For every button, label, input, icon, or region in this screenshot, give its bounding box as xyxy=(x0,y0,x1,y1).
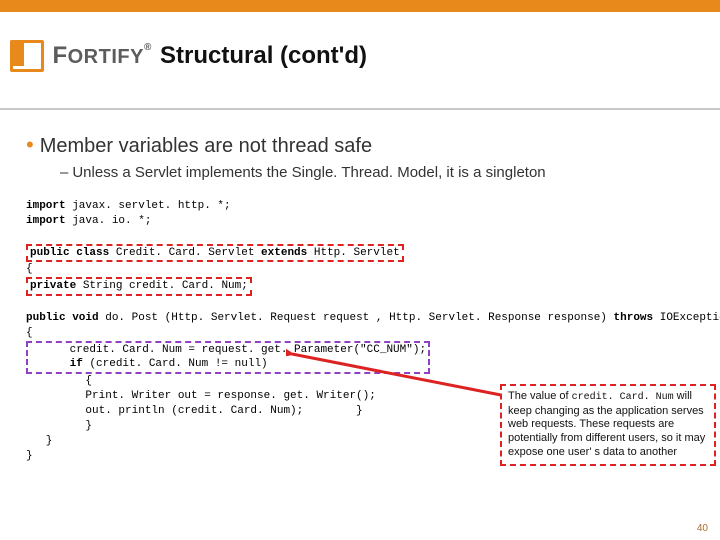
code-l6d: IOException xyxy=(653,312,720,324)
code-l2b: java. io. *; xyxy=(66,215,152,227)
code-l9b: (credit. Card. Num != null) xyxy=(83,358,268,370)
logo-cap: F xyxy=(52,42,67,69)
logo: FORTIFY® xyxy=(10,40,152,72)
code-l8: credit. Card. Num = request. get. Parame… xyxy=(30,344,426,356)
kw-extends: extends xyxy=(261,247,307,259)
bullet-level2: –Unless a Servlet implements the Single.… xyxy=(60,164,694,181)
code-l3b: Credit. Card. Servlet xyxy=(109,247,261,259)
code-l12: out. println (credit. Card. Num); } xyxy=(26,405,363,417)
code-l5b: String credit. Card. Num; xyxy=(76,280,248,292)
kw-method: public void xyxy=(26,312,99,324)
usage-box: credit. Card. Num = request. get. Parame… xyxy=(26,341,430,375)
code-l15: } xyxy=(26,450,33,462)
kw-class: public class xyxy=(30,247,109,259)
bullet1-text: Member variables are not thread safe xyxy=(40,135,372,157)
header: FORTIFY® Structural (cont'd) xyxy=(0,12,720,110)
bullet-dot-icon: • xyxy=(26,132,34,157)
code-l1b: javax. servlet. http. *; xyxy=(66,200,231,212)
kw-if: if xyxy=(30,358,83,370)
page-title: Structural (cont'd) xyxy=(160,42,367,70)
code-l11: Print. Writer out = response. get. Write… xyxy=(26,390,376,402)
code-l7: { xyxy=(26,327,33,339)
logo-reg: ® xyxy=(144,42,152,53)
bullet2-text: Unless a Servlet implements the Single. … xyxy=(72,164,545,181)
bullet-dash-icon: – xyxy=(60,164,68,181)
bullet-level1: • Member variables are not thread safe xyxy=(26,132,694,158)
code-l4: { xyxy=(26,263,33,275)
kw-throws: throws xyxy=(614,312,654,324)
page-number: 40 xyxy=(697,523,708,534)
code-l6b: do. Post (Http. Servlet. Request request… xyxy=(99,312,614,324)
kw-private: private xyxy=(30,280,76,292)
logo-rest: ORTIFY xyxy=(68,46,144,68)
code-l3d: Http. Servlet xyxy=(307,247,399,259)
logo-mark xyxy=(10,40,44,72)
code-l14: } xyxy=(26,435,52,447)
class-decl-box: public class Credit. Card. Servlet exten… xyxy=(26,244,404,263)
member-decl-box: private String credit. Card. Num; xyxy=(26,277,252,296)
logo-text: FORTIFY® xyxy=(52,42,151,70)
callout-mono: credit. Card. Num xyxy=(572,392,674,403)
callout-t1: The value of xyxy=(508,390,572,402)
code-l13: } xyxy=(26,420,92,432)
code-l10: { xyxy=(26,375,92,387)
callout-box: The value of credit. Card. Num will keep… xyxy=(500,384,716,466)
kw-import1: import xyxy=(26,200,66,212)
kw-import2: import xyxy=(26,215,66,227)
top-accent-bar xyxy=(0,0,720,12)
